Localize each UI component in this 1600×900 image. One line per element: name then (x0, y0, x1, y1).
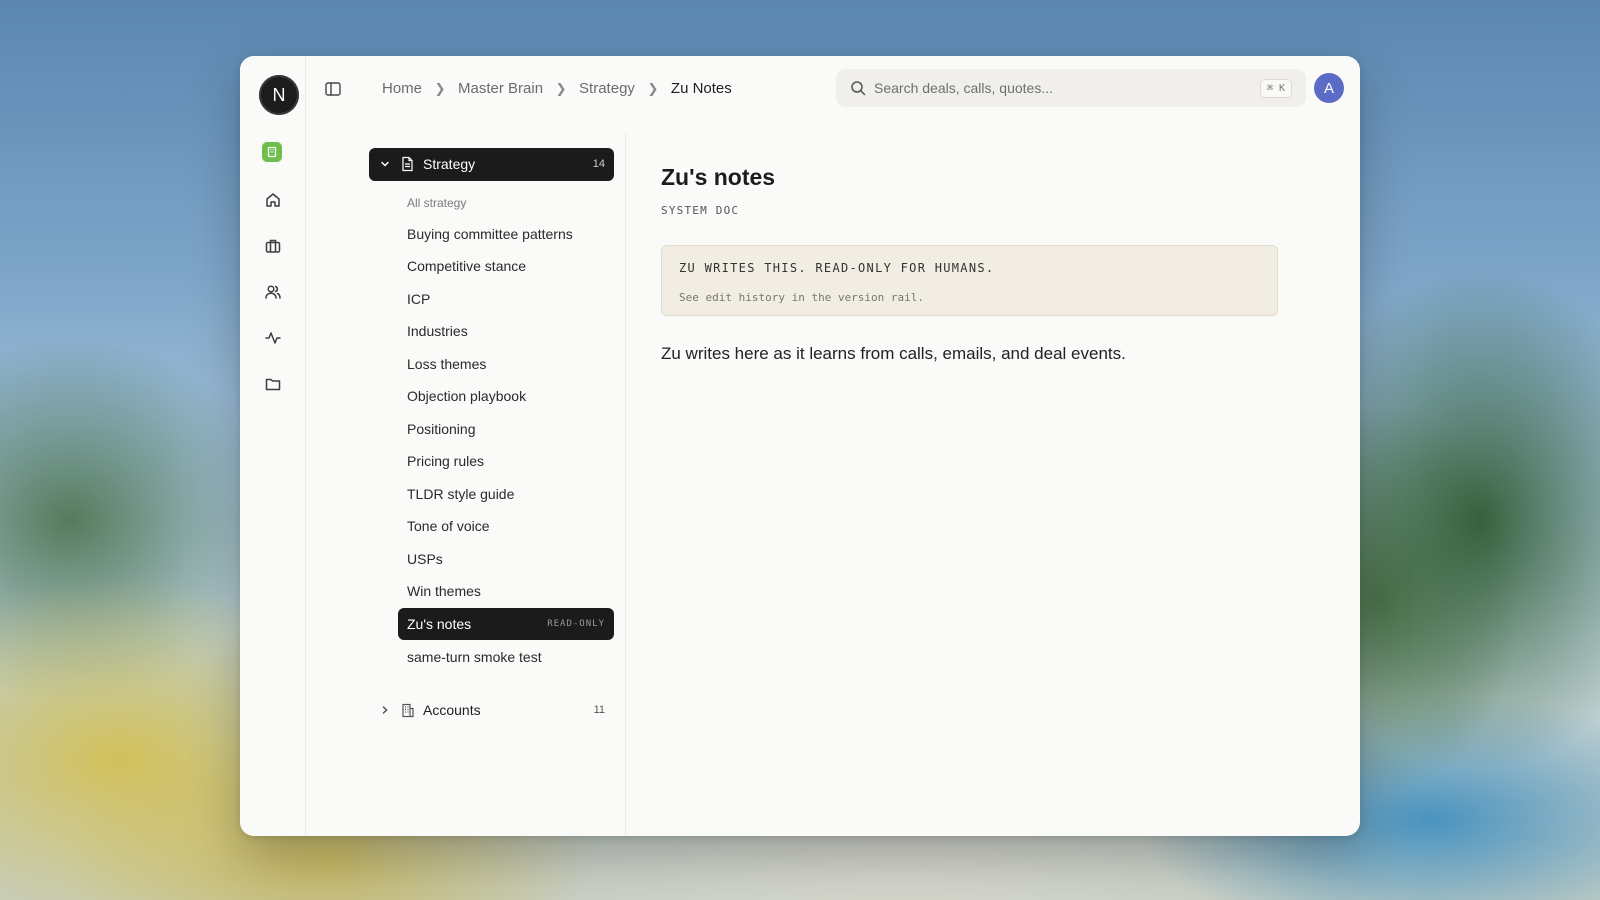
tree-item-same-turn-smoke-test[interactable]: same-turn smoke test (398, 641, 614, 673)
tree-folder-label: Accounts (423, 702, 481, 718)
search-input[interactable] (874, 69, 1234, 107)
doc-body-text: Zu writes here as it learns from calls, … (661, 344, 1126, 363)
icon-rail: N (240, 56, 306, 836)
briefcase-icon[interactable] (262, 235, 284, 257)
breadcrumb-master-brain[interactable]: Master Brain (458, 80, 543, 97)
users-icon[interactable] (262, 281, 284, 303)
tree-item-buying-committee-patterns[interactable]: Buying committee patterns (398, 218, 614, 250)
tree-folder-accounts[interactable]: Accounts 11 (369, 694, 614, 727)
tree-item-all-strategy[interactable]: All strategy (398, 187, 614, 219)
tree-item-zus-notes[interactable]: Zu's notes READ-ONLY (398, 608, 614, 640)
tree-folder-strategy[interactable]: Strategy 14 (369, 148, 614, 181)
tree-item-tldr-style-guide[interactable]: TLDR style guide (398, 478, 614, 510)
page-title: Zu's notes (661, 164, 776, 190)
tree-item-objection-playbook[interactable]: Objection playbook (398, 380, 614, 412)
home-icon[interactable] (262, 189, 284, 211)
document-icon (400, 156, 415, 172)
chevron-right-icon: ❯ (647, 80, 659, 96)
activity-icon[interactable] (262, 327, 284, 349)
tree-item-pricing-rules[interactable]: Pricing rules (398, 445, 614, 477)
tree-item-loss-themes[interactable]: Loss themes (398, 348, 614, 380)
app-window: N Home ❯ Master Brain ❯ Strategy ❯ Zu No… (240, 56, 1360, 836)
search-icon (850, 80, 866, 96)
user-avatar[interactable]: A (1314, 73, 1344, 103)
workspace-badge-icon[interactable] (262, 142, 282, 162)
tree-item-win-themes[interactable]: Win themes (398, 575, 614, 607)
notice-title: ZU WRITES THIS. READ-ONLY FOR HUMANS. (679, 261, 995, 275)
search-bar[interactable]: ⌘ K (836, 69, 1306, 107)
sidebar-toggle-icon[interactable] (324, 80, 342, 98)
tree-folder-label: Strategy (423, 156, 476, 172)
tree-item-label: Zu's notes (407, 616, 472, 632)
search-shortcut: ⌘ K (1259, 79, 1292, 98)
tree-item-usps[interactable]: USPs (398, 543, 614, 575)
tree-item-icp[interactable]: ICP (398, 283, 614, 315)
breadcrumb-home[interactable]: Home (382, 80, 422, 97)
tree-item-industries[interactable]: Industries (398, 315, 614, 347)
notice-subtitle: See edit history in the version rail. (679, 291, 925, 304)
chevron-right-icon: ❯ (434, 80, 446, 96)
tree-folder-count: 14 (592, 158, 605, 170)
breadcrumb-strategy[interactable]: Strategy (579, 80, 635, 97)
doc-type-label: SYSTEM DOC (661, 204, 740, 217)
tree-item-competitive-stance[interactable]: Competitive stance (398, 250, 614, 282)
breadcrumb: Home ❯ Master Brain ❯ Strategy ❯ Zu Note… (382, 80, 732, 97)
tree-item-tone-of-voice[interactable]: Tone of voice (398, 510, 614, 542)
tree-folder-count: 11 (593, 704, 605, 716)
tree-item-positioning[interactable]: Positioning (398, 413, 614, 445)
breadcrumb-current: Zu Notes (670, 80, 732, 97)
chevron-right-icon: ❯ (555, 80, 567, 96)
chevron-down-icon[interactable] (379, 158, 391, 170)
read-only-notice: ZU WRITES THIS. READ-ONLY FOR HUMANS. Se… (661, 245, 1278, 316)
read-only-badge: READ-ONLY (547, 619, 605, 629)
chevron-right-icon[interactable] (379, 704, 391, 716)
building-icon (400, 702, 415, 718)
app-logo[interactable]: N (259, 75, 299, 115)
folder-icon[interactable] (262, 373, 284, 395)
strategy-tree: Strategy 14 All strategy Buying committe… (306, 132, 626, 836)
